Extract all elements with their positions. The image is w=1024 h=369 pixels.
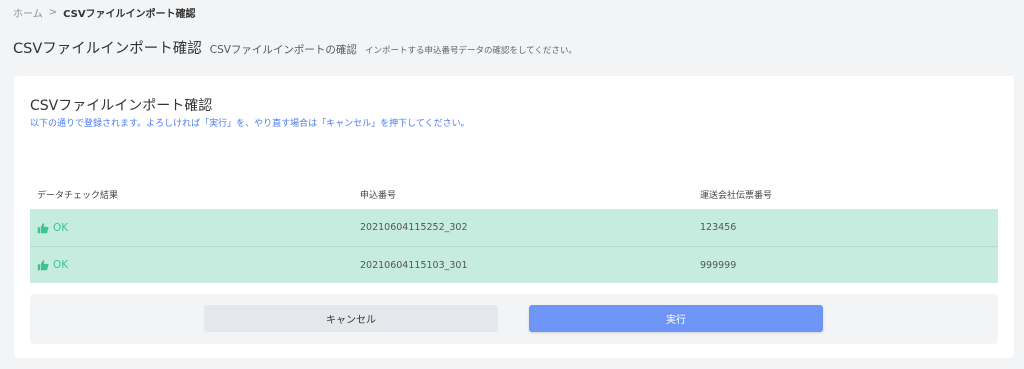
breadcrumb-separator: > [48, 7, 58, 18]
status-text: OK [53, 221, 69, 234]
status-badge: OK [37, 222, 68, 234]
status-cell: OK [30, 259, 360, 271]
action-bar: キャンセル 実行 [30, 294, 998, 344]
status-cell: OK [30, 222, 360, 234]
slip-no-cell: 999999 [700, 259, 737, 271]
table-row: OK 20210604115103_301 999999 [30, 246, 998, 283]
status-text: OK [53, 259, 69, 271]
column-header-check-result: データチェック結果 [37, 190, 119, 201]
table-header: データチェック結果 申込番号 運送会社伝票番号 [30, 179, 998, 209]
import-table: データチェック結果 申込番号 運送会社伝票番号 OK 2021060411525… [30, 179, 998, 283]
card-title: CSVファイルインポート確認 [30, 98, 213, 114]
column-header-slip-no: 運送会社伝票番号 [700, 190, 773, 201]
breadcrumb: ホーム > CSVファイルインポート確認 [13, 5, 196, 20]
application-no-cell: 20210604115103_301 [360, 259, 468, 271]
confirm-card: CSVファイルインポート確認 以下の通りで登録されます。よろしければ「実行」を、… [14, 76, 1014, 358]
table-row: OK 20210604115252_302 123456 [30, 209, 998, 246]
page-subtitle: CSVファイルインポートの確認 [209, 44, 357, 56]
status-badge: OK [37, 259, 68, 271]
execute-button[interactable]: 実行 [529, 305, 823, 332]
application-no-cell: 20210604115252_302 [360, 222, 468, 233]
cancel-button[interactable]: キャンセル [204, 305, 498, 332]
breadcrumb-current: CSVファイルインポート確認 [63, 9, 196, 20]
page-header: CSVファイルインポート確認 CSVファイルインポートの確認 インポートする申込… [13, 37, 577, 58]
page-description: インポートする申込番号データの確認をしてください。 [364, 46, 577, 56]
slip-no-cell: 123456 [700, 222, 737, 233]
breadcrumb-home-link[interactable]: ホーム [13, 5, 43, 20]
thumbs-up-icon [37, 222, 49, 233]
column-header-application-no: 申込番号 [360, 190, 397, 201]
card-description: 以下の通りで登録されます。よろしければ「実行」を、やり直す場合は「キャンセル」を… [30, 119, 470, 129]
page-title: CSVファイルインポート確認 [13, 41, 202, 57]
thumbs-up-icon [37, 260, 49, 271]
